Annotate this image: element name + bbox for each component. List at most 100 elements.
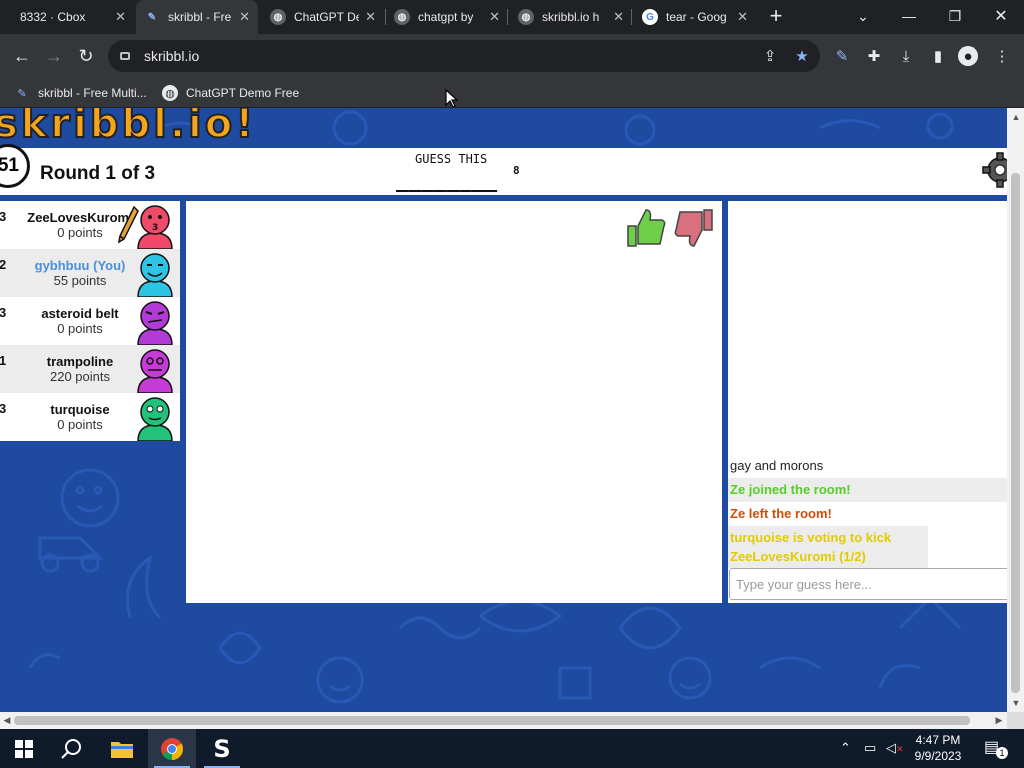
tray-chevron-up-icon[interactable]: ⌃ bbox=[840, 740, 851, 756]
settings-gear-icon[interactable] bbox=[982, 152, 1007, 188]
player-avatar bbox=[137, 397, 173, 441]
close-icon[interactable]: ✕ bbox=[489, 9, 500, 25]
skribbl-favicon: ✎ bbox=[17, 87, 27, 100]
player-row[interactable]: 2 gybhbuu (You) 55 points bbox=[0, 249, 180, 297]
player-avatar bbox=[137, 253, 173, 297]
network-icon[interactable]: ▭ bbox=[864, 740, 876, 756]
guess-input[interactable] bbox=[729, 568, 1007, 600]
clock-date: 9/9/2023 bbox=[914, 749, 962, 763]
address-bar[interactable]: skribbl.io bbox=[108, 40, 820, 72]
search-icon[interactable] bbox=[48, 729, 96, 768]
scrollbar-thumb[interactable] bbox=[14, 716, 970, 725]
chat-message: Ze joined the room! bbox=[728, 478, 1007, 502]
scroll-up-arrow-icon[interactable]: ▲ bbox=[1009, 110, 1023, 124]
close-icon[interactable]: ✕ bbox=[115, 9, 126, 25]
close-icon[interactable]: ✕ bbox=[365, 9, 376, 25]
mouse-cursor-icon bbox=[445, 89, 459, 108]
scroll-down-arrow-icon[interactable]: ▼ bbox=[1009, 696, 1023, 710]
bookmark-label: ChatGPT Demo Free bbox=[186, 86, 300, 100]
player-rank: 3 bbox=[0, 305, 7, 320]
globe-icon: ◍ bbox=[394, 9, 410, 25]
guess-this-label: GUESS THIS bbox=[415, 152, 488, 166]
file-explorer-icon[interactable] bbox=[98, 729, 146, 768]
player-row[interactable]: 1 trampoline 220 points bbox=[0, 345, 180, 393]
bookmark-chatgpt-demo[interactable]: ◍ ChatGPT Demo Free bbox=[162, 82, 299, 104]
scrollbar-corner bbox=[1007, 712, 1024, 729]
drawing-canvas[interactable] bbox=[186, 201, 722, 603]
menu-kebab-icon[interactable]: ⋮ bbox=[992, 46, 1012, 66]
system-clock[interactable]: 4:47 PM 9/9/2023 bbox=[906, 732, 970, 764]
forward-button[interactable]: → bbox=[40, 42, 68, 70]
chat-panel: gay and morons Ze joined the room! Ze le… bbox=[728, 201, 1007, 603]
tab-cbox[interactable]: 8332 · Cbox ✕ bbox=[0, 0, 134, 34]
tab-search-chevron-icon[interactable]: ⌄ bbox=[840, 0, 886, 32]
back-button[interactable]: ← bbox=[8, 42, 36, 70]
player-row[interactable]: 3 ZeeLovesKuromi 0 points 3 bbox=[0, 201, 180, 249]
extensions-puzzle-icon[interactable]: ✚ bbox=[864, 46, 884, 66]
browser-toolbar: ← → ↻ skribbl.io ⇪ ★ ✎ ✚ ⤓ ▮ ● ⋮ bbox=[0, 34, 1024, 78]
chat-message-text: Ze joined the room! bbox=[730, 482, 851, 497]
vertical-scrollbar[interactable]: ▲ ▼ bbox=[1007, 108, 1024, 712]
profile-avatar-icon[interactable]: ● bbox=[958, 46, 978, 66]
tab-title: ChatGPT De bbox=[294, 10, 360, 24]
player-row[interactable]: 3 turquoise 0 points bbox=[0, 393, 180, 441]
globe-icon: ◍ bbox=[518, 9, 534, 25]
bookmark-star-icon[interactable]: ★ bbox=[792, 46, 812, 66]
thumbs-down-icon[interactable] bbox=[672, 206, 716, 250]
minimize-button[interactable]: — bbox=[886, 0, 932, 32]
notification-count-badge: 1 bbox=[996, 747, 1008, 759]
side-panel-icon[interactable]: ▮ bbox=[928, 46, 948, 66]
close-icon[interactable]: ✕ bbox=[239, 9, 250, 25]
word-hint: ________ bbox=[396, 168, 498, 192]
bookmark-skribbl[interactable]: ✎ skribbl - Free Multi... bbox=[14, 82, 147, 104]
download-icon[interactable]: ⤓ bbox=[896, 46, 916, 66]
share-icon[interactable]: ⇪ bbox=[760, 46, 780, 66]
skribbl-app-icon[interactable]: S bbox=[198, 729, 246, 768]
chat-message: Ze left the room! bbox=[728, 502, 1007, 526]
horizontal-scrollbar[interactable]: ◀ ▶ bbox=[0, 712, 1007, 729]
player-name: trampoline bbox=[46, 354, 114, 369]
timer-value: 51 bbox=[0, 155, 19, 176]
extension-skribbl-icon[interactable]: ✎ bbox=[832, 46, 852, 66]
restore-button[interactable]: ❐ bbox=[932, 0, 978, 32]
scrollbar-thumb[interactable] bbox=[1011, 173, 1020, 693]
thumbs-up-icon[interactable] bbox=[624, 206, 668, 250]
close-icon[interactable]: ✕ bbox=[737, 9, 748, 25]
player-row[interactable]: 3 asteroid belt 0 points bbox=[0, 297, 180, 345]
player-rank: 3 bbox=[0, 401, 7, 416]
start-windows-icon[interactable] bbox=[0, 729, 48, 768]
new-tab-button[interactable]: + bbox=[754, 0, 798, 32]
reload-button[interactable]: ↻ bbox=[72, 42, 100, 70]
chat-message-text: gay and morons bbox=[730, 458, 824, 473]
player-avatar bbox=[137, 349, 173, 393]
player-rank: 3 bbox=[0, 209, 7, 224]
player-list: 3 ZeeLovesKuromi 0 points 3 2 gybhbuu (Y… bbox=[0, 201, 180, 441]
chrome-icon[interactable] bbox=[148, 729, 196, 768]
tab-chatgpt-demo[interactable]: ◍ ChatGPT De ✕ bbox=[262, 0, 384, 34]
bookmark-label: skribbl - Free Multi... bbox=[38, 86, 147, 100]
chat-message: turquoise is voting to kick ZeeLovesKuro… bbox=[728, 526, 928, 568]
tab-skribbl[interactable]: ✎ skribbl - Fre ✕ bbox=[136, 0, 258, 34]
tab-skribbl-h[interactable]: ◍ skribbl.io h ✕ bbox=[510, 0, 632, 34]
scroll-left-arrow-icon[interactable]: ◀ bbox=[0, 713, 14, 727]
player-avatar bbox=[137, 301, 173, 345]
close-icon[interactable]: ✕ bbox=[613, 9, 624, 25]
word-length: 8 bbox=[513, 164, 520, 177]
globe-icon: ◍ bbox=[270, 9, 286, 25]
url-text[interactable]: skribbl.io bbox=[144, 48, 199, 64]
scroll-right-arrow-icon[interactable]: ▶ bbox=[992, 713, 1006, 727]
windows-taskbar: S ⌃ ▭ ◁✕ 4:47 PM 9/9/2023 ▤ 1 bbox=[0, 729, 1024, 768]
volume-muted-icon[interactable]: ◁✕ bbox=[886, 740, 904, 756]
tab-google[interactable]: G tear - Goog ✕ bbox=[634, 0, 756, 34]
player-points: 220 points bbox=[50, 369, 110, 384]
chat-message: gay and morons bbox=[728, 454, 1007, 478]
tab-chatgpt-by[interactable]: ◍ chatgpt by ✕ bbox=[386, 0, 508, 34]
player-name: gybhbuu (You) bbox=[34, 258, 126, 273]
skribbl-page: skribbl.io! 51 Round 1 of 3 GUESS THIS _… bbox=[0, 108, 1007, 712]
player-rank: 1 bbox=[0, 353, 7, 368]
tab-strip: 8332 · Cbox ✕ ✎ skribbl - Fre ✕ ◍ ChatGP… bbox=[0, 0, 1024, 34]
tab-title: chatgpt by bbox=[418, 10, 474, 24]
player-points: 55 points bbox=[53, 273, 107, 288]
close-window-button[interactable]: ✕ bbox=[978, 0, 1024, 32]
tab-title: skribbl - Fre bbox=[168, 10, 232, 24]
